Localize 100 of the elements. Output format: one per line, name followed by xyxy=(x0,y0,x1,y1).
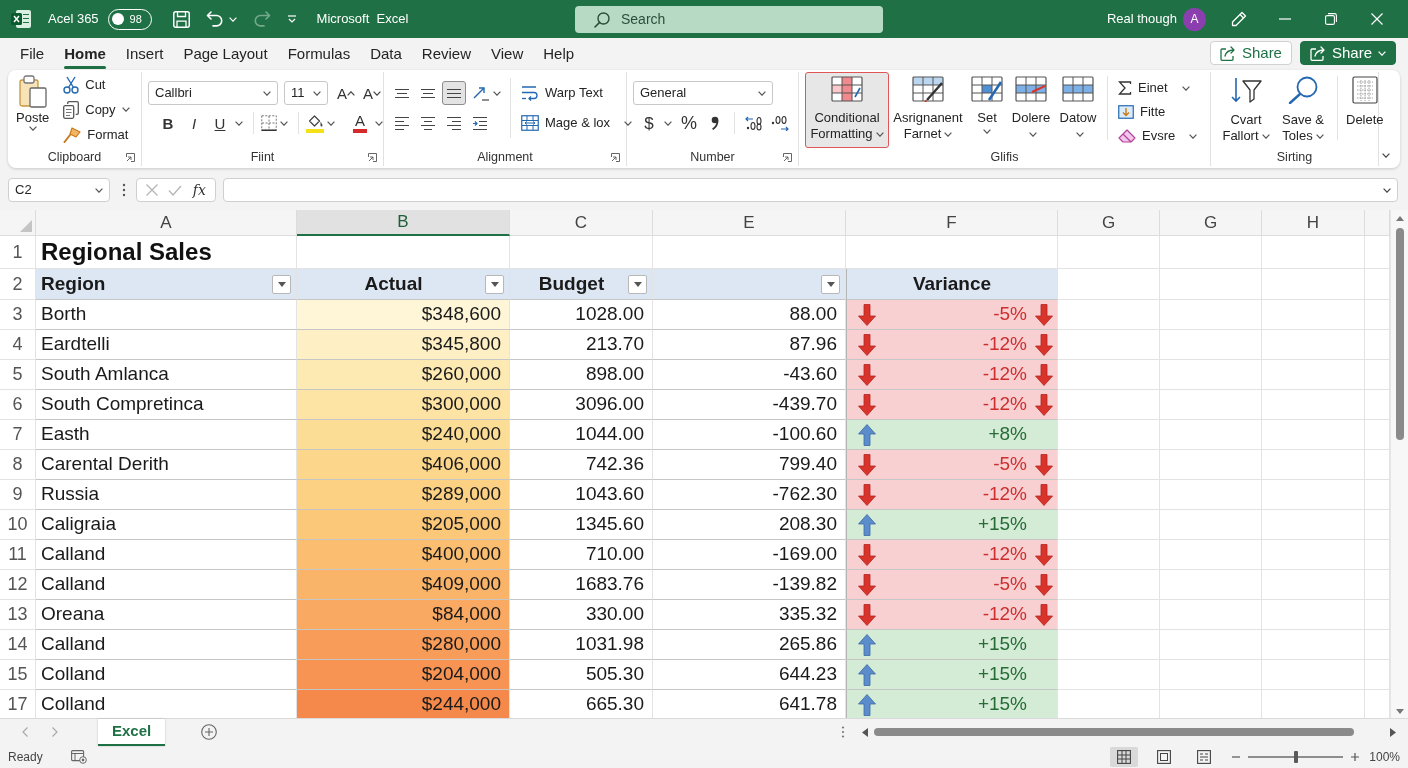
ribbon-button[interactable]: Cvart Fallort xyxy=(1217,72,1275,148)
indent-icon[interactable] xyxy=(472,115,488,131)
view-button[interactable] xyxy=(1110,746,1139,767)
font-size-dropdown[interactable]: 11 xyxy=(284,81,328,105)
percent-button[interactable]: % xyxy=(677,111,701,135)
search-field[interactable]: Search xyxy=(575,5,883,33)
caret-icon[interactable] xyxy=(235,120,243,126)
cut-button[interactable]: Cut xyxy=(59,72,134,97)
dialog-launcher-icon[interactable] xyxy=(783,153,792,162)
filter-button[interactable] xyxy=(821,274,840,294)
scroll-left-icon[interactable] xyxy=(862,727,869,737)
increase-decimal-icon[interactable] xyxy=(745,115,763,131)
ribbon-button[interactable]: Einet xyxy=(1114,76,1202,100)
filter-button[interactable] xyxy=(272,274,291,294)
caret-icon[interactable] xyxy=(1382,153,1390,158)
vertical-scrollbar[interactable] xyxy=(1390,210,1408,718)
dialog-launcher-icon[interactable] xyxy=(611,153,620,162)
zoom-in-icon[interactable] xyxy=(1351,752,1360,761)
more-options-icon[interactable] xyxy=(122,183,126,197)
slider-thumb[interactable] xyxy=(1293,750,1298,763)
insert-function-button[interactable]: fx xyxy=(192,179,206,201)
copy-button[interactable]: Copy xyxy=(59,97,134,122)
formula-input[interactable] xyxy=(223,178,1398,202)
scroll-right-icon[interactable] xyxy=(1390,727,1397,737)
share-button[interactable]: Share xyxy=(1299,41,1396,65)
menu-tab[interactable]: Formulas xyxy=(278,38,360,70)
caret-icon[interactable] xyxy=(327,120,335,126)
zoom-out-icon[interactable] xyxy=(1232,755,1241,758)
macro-recording-icon[interactable] xyxy=(70,749,87,764)
checkmark-icon[interactable] xyxy=(168,184,183,196)
underline-button[interactable]: U xyxy=(208,111,232,135)
fill-color-icon[interactable] xyxy=(306,113,324,133)
more-options-icon[interactable] xyxy=(841,726,846,738)
caret-icon[interactable] xyxy=(280,120,288,126)
ribbon-button[interactable]: Save & Toles xyxy=(1275,72,1331,148)
share-button[interactable]: Share xyxy=(1209,41,1292,65)
column-header[interactable]: F xyxy=(846,210,1058,236)
borders-icon[interactable] xyxy=(261,115,277,131)
vertical-align-button[interactable] xyxy=(442,81,466,105)
decrease-decimal-icon[interactable] xyxy=(771,115,789,131)
scroll-up-icon[interactable] xyxy=(1396,216,1404,221)
ribbon-button[interactable]: Fitte xyxy=(1114,100,1202,124)
sheet-tab[interactable]: Excel xyxy=(98,718,166,746)
caret-icon[interactable] xyxy=(375,120,383,126)
scrollbar-thumb[interactable] xyxy=(874,728,1355,736)
ribbon-button[interactable]: Datow xyxy=(1055,72,1101,148)
ribbon-button[interactable]: Conditional Formatting xyxy=(805,72,889,148)
column-header[interactable]: A xyxy=(36,210,297,236)
scrollbar-thumb[interactable] xyxy=(1396,228,1404,440)
filter-button[interactable] xyxy=(628,274,647,294)
align-center-icon[interactable] xyxy=(420,115,436,131)
scroll-down-icon[interactable] xyxy=(1396,709,1404,714)
dialog-launcher-icon[interactable] xyxy=(126,153,135,162)
ribbon-button[interactable]: Set xyxy=(967,72,1007,148)
menu-tab[interactable]: Page Layout xyxy=(174,38,277,70)
caret-icon[interactable] xyxy=(664,120,672,126)
avatar[interactable]: A xyxy=(1183,7,1206,31)
menu-tab[interactable]: Data xyxy=(361,38,411,70)
italic-button[interactable]: I xyxy=(182,111,206,135)
close-icon[interactable] xyxy=(1371,13,1383,25)
delete-button[interactable]: Delete xyxy=(1344,72,1386,148)
column-header[interactable]: E xyxy=(653,210,846,236)
number-format-dropdown[interactable]: General xyxy=(633,81,773,105)
ribbon-button[interactable]: Evsre xyxy=(1114,124,1202,148)
currency-button[interactable]: $ xyxy=(637,111,661,135)
undo-icon[interactable] xyxy=(205,11,224,27)
filter-button[interactable] xyxy=(485,274,504,294)
grow-font-button[interactable]: A xyxy=(334,81,358,105)
ribbon-button[interactable]: Asrignanent Farnet xyxy=(889,72,967,148)
font-name-dropdown[interactable]: Callbri xyxy=(148,81,278,105)
save-icon[interactable] xyxy=(172,10,190,28)
menu-tab[interactable]: View xyxy=(482,38,533,70)
font-color-button[interactable]: A xyxy=(348,111,372,135)
format-painter-button[interactable]: Format xyxy=(59,122,134,147)
menu-tab[interactable]: File xyxy=(11,38,54,70)
comma-icon[interactable] xyxy=(711,116,719,130)
align-right-icon[interactable] xyxy=(446,115,462,131)
merge-button[interactable]: Mage & lox xyxy=(517,108,637,138)
name-box[interactable]: C2 xyxy=(8,178,110,202)
menu-tab[interactable]: Help xyxy=(534,38,584,70)
column-header[interactable]: G xyxy=(1058,210,1160,236)
customize-icon[interactable] xyxy=(286,15,297,23)
column-header[interactable]: C xyxy=(510,210,653,236)
menu-tab[interactable]: Home xyxy=(55,38,115,70)
restore-icon[interactable] xyxy=(1325,13,1337,25)
shrink-font-button[interactable]: A xyxy=(360,81,384,105)
caret-icon[interactable] xyxy=(1383,188,1391,193)
caret-icon[interactable] xyxy=(493,90,501,96)
add-sheet-icon[interactable] xyxy=(201,724,218,740)
dialog-launcher-icon[interactable] xyxy=(368,153,377,162)
align-left-icon[interactable] xyxy=(394,115,410,131)
column-header[interactable]: B xyxy=(297,210,510,236)
pen-icon[interactable] xyxy=(1231,11,1247,27)
menu-tab[interactable]: Review xyxy=(412,38,480,70)
column-header[interactable]: G xyxy=(1160,210,1262,236)
paste-button[interactable]: Poste xyxy=(14,72,52,144)
menu-tab[interactable]: Insert xyxy=(116,38,173,70)
orientation-icon[interactable] xyxy=(472,85,490,101)
column-header[interactable]: H xyxy=(1262,210,1365,236)
bold-button[interactable]: B xyxy=(156,111,180,135)
